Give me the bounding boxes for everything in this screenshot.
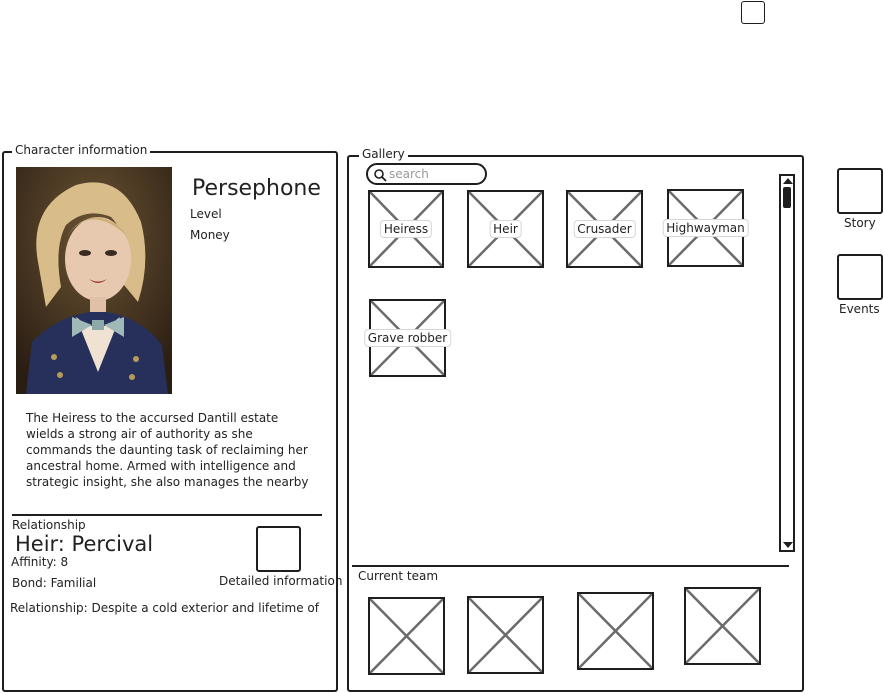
gallery-item-highwayman[interactable]: Highwayman [662, 189, 749, 267]
team-slot[interactable] [467, 596, 544, 674]
character-panel-legend: Character information [12, 143, 151, 157]
bond-value: Bond: Familial [12, 576, 97, 590]
scroll-up-arrow-icon[interactable] [783, 178, 793, 184]
story-label: Story [844, 216, 876, 230]
relationship-label: Relationship [12, 518, 86, 532]
gallery-legend: Gallery [359, 147, 408, 161]
detailed-information-button[interactable] [256, 526, 301, 572]
gallery-scrollbar[interactable] [779, 174, 795, 552]
team-slot[interactable] [368, 597, 445, 675]
gallery-item-label: Highwayman [662, 219, 749, 237]
relationship-text: Relationship: Despite a cold exterior an… [10, 601, 319, 615]
search-placeholder: search [389, 167, 429, 181]
relationship-divider [12, 514, 322, 516]
gallery-item-label: Heiress [379, 220, 433, 238]
search-input[interactable]: search [366, 163, 487, 185]
gallery-item-grave-robber[interactable]: Grave robber [363, 299, 452, 377]
story-button[interactable] [837, 168, 883, 214]
gallery-item-heir[interactable]: Heir [467, 190, 544, 268]
team-slot[interactable] [577, 592, 654, 670]
scroll-thumb[interactable] [783, 187, 791, 208]
heir-name: Heir: Percival [15, 532, 154, 556]
scroll-down-arrow-icon[interactable] [783, 542, 793, 548]
character-portrait [16, 167, 172, 394]
gallery-item-label: Grave robber [363, 329, 452, 347]
events-label: Events [839, 302, 880, 316]
search-icon [373, 167, 387, 186]
current-team-label: Current team [358, 569, 439, 583]
affinity-value: Affinity: 8 [11, 555, 69, 569]
gallery-item-label: Heir [489, 220, 522, 238]
events-button[interactable] [837, 254, 883, 300]
gallery-item-heiress[interactable]: Heiress [368, 190, 444, 268]
team-divider [352, 565, 789, 567]
level-label: Level [190, 207, 222, 221]
team-slot[interactable] [684, 587, 761, 665]
gallery-item-crusader[interactable]: Crusader [566, 190, 643, 268]
gallery-item-label: Crusader [573, 220, 636, 238]
character-description: The Heiress to the accursed Dantill esta… [26, 411, 309, 489]
top-checkbox[interactable] [741, 1, 765, 24]
character-name: Persephone [192, 176, 321, 201]
money-label: Money [190, 228, 230, 242]
detailed-information-label: Detailed information [219, 574, 343, 588]
